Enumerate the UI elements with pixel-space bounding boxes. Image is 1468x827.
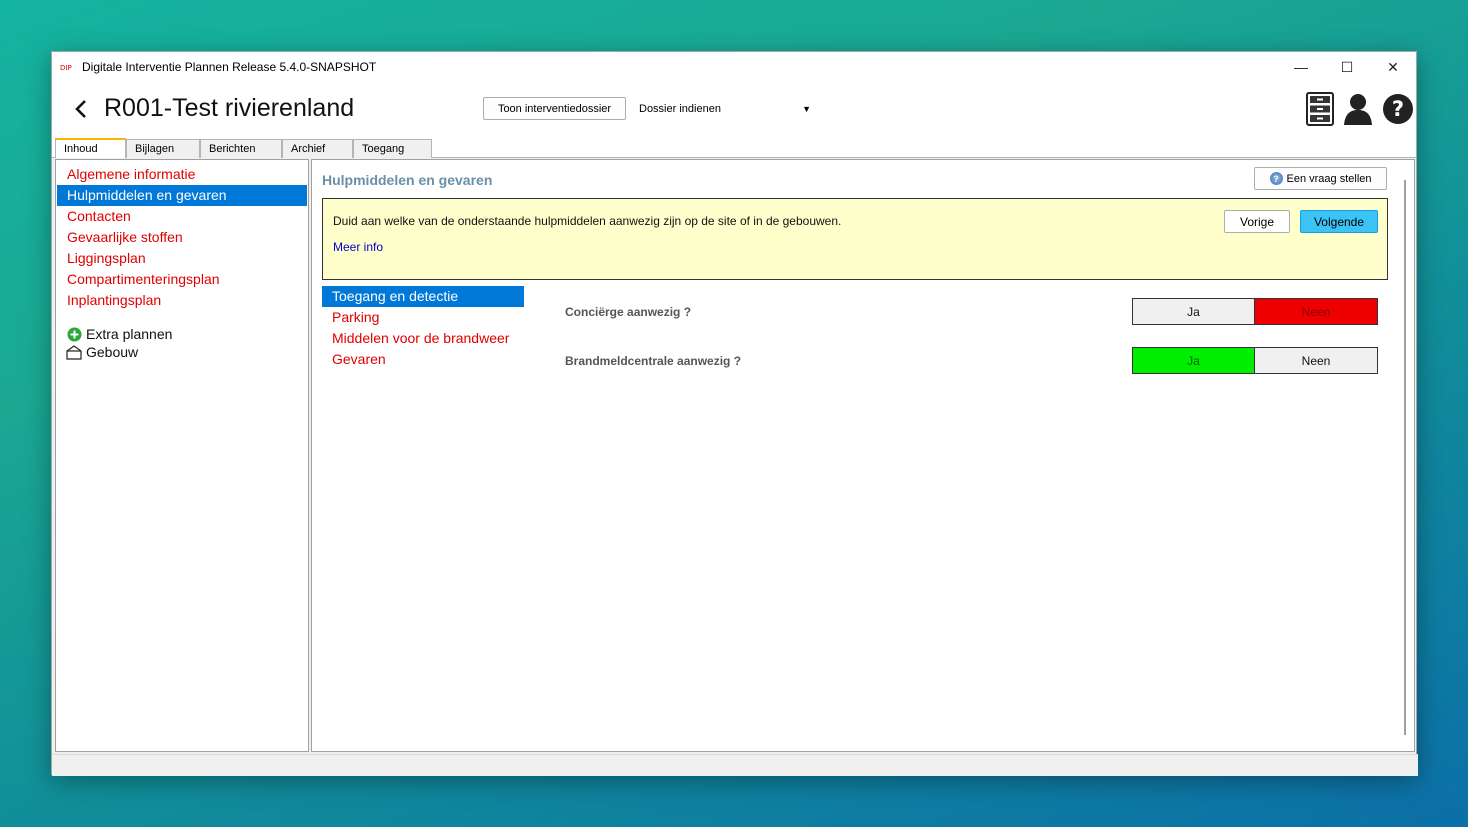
- section-title: Hulpmiddelen en gevaren: [322, 172, 493, 188]
- app-logo-icon: DIP: [60, 61, 76, 73]
- sidebar-item-liggingsplan[interactable]: Liggingsplan: [57, 248, 307, 269]
- main-panel: Hulpmiddelen en gevaren ? Een vraag stel…: [311, 159, 1415, 752]
- body-area: Algemene informatie Hulpmiddelen en geva…: [55, 159, 1415, 752]
- caret-down-icon: ▼: [802, 104, 811, 114]
- cabinet-icon[interactable]: [1304, 91, 1336, 127]
- dossier-select-value: Dossier indienen: [639, 102, 721, 115]
- chevron-left-icon: [75, 100, 86, 118]
- window-title: Digitale Interventie Plannen Release 5.4…: [82, 60, 377, 74]
- tab-inhoud[interactable]: Inhoud: [55, 138, 126, 158]
- tab-bar: Inhoud Bijlagen Berichten Archief Toegan…: [52, 138, 1416, 158]
- app-window: DIP Digitale Interventie Plannen Release…: [51, 51, 1418, 776]
- tab-archief[interactable]: Archief: [282, 139, 353, 158]
- status-bar: [52, 754, 1418, 776]
- question-concierge: Conciërge aanwezig ?: [565, 305, 692, 319]
- question-brandmeldcentrale: Brandmeldcentrale aanwezig ?: [565, 354, 742, 368]
- plus-circle-icon: [66, 326, 82, 342]
- back-button[interactable]: [70, 94, 92, 124]
- sidebar: Algemene informatie Hulpmiddelen en geva…: [55, 159, 309, 752]
- sidebar-item-contacten[interactable]: Contacten: [57, 206, 307, 227]
- concierge-no-button[interactable]: Neen: [1255, 298, 1378, 325]
- tab-bijlagen[interactable]: Bijlagen: [126, 139, 200, 158]
- svg-text:DIP: DIP: [60, 64, 72, 72]
- brandmeldcentrale-yes-button[interactable]: Ja: [1132, 347, 1255, 374]
- ask-question-button[interactable]: ? Een vraag stellen: [1254, 167, 1387, 190]
- ask-question-label: Een vraag stellen: [1286, 172, 1372, 185]
- subnav-item-parking[interactable]: Parking: [322, 307, 524, 328]
- show-dossier-button[interactable]: Toon interventiedossier: [483, 97, 626, 120]
- brandmeldcentrale-no-button[interactable]: Neen: [1255, 347, 1378, 374]
- building-label: Gebouw: [86, 344, 139, 360]
- extra-plans-item[interactable]: Extra plannen: [66, 325, 308, 343]
- user-icon[interactable]: [1342, 91, 1374, 127]
- sidebar-item-compartimenteringsplan[interactable]: Compartimenteringsplan: [57, 269, 307, 290]
- toggle-brandmeldcentrale: Ja Neen: [1132, 347, 1378, 374]
- question-icon: ?: [1269, 172, 1283, 185]
- maximize-button[interactable]: ☐: [1324, 52, 1370, 82]
- previous-button[interactable]: Vorige: [1224, 210, 1290, 233]
- close-button[interactable]: ✕: [1370, 52, 1416, 82]
- header: R001-Test rivierenland Toon interventied…: [52, 82, 1416, 138]
- dossier-select[interactable]: Dossier indienen ▼: [639, 97, 811, 120]
- concierge-yes-button[interactable]: Ja: [1132, 298, 1255, 325]
- minimize-button[interactable]: —: [1278, 52, 1324, 82]
- info-box: Duid aan welke van de onderstaande hulpm…: [322, 198, 1388, 280]
- subnav-item-middelen-brandweer[interactable]: Middelen voor de brandweer: [322, 328, 524, 349]
- sidebar-item-hulpmiddelen-en-gevaren[interactable]: Hulpmiddelen en gevaren: [57, 185, 307, 206]
- subnav-item-toegang-en-detectie[interactable]: Toegang en detectie: [322, 286, 524, 307]
- tab-berichten[interactable]: Berichten: [200, 139, 282, 158]
- toggle-concierge: Ja Neen: [1132, 298, 1378, 325]
- info-text: Duid aan welke van de onderstaande hulpm…: [333, 214, 842, 228]
- building-icon: [66, 344, 82, 360]
- page-title: R001-Test rivierenland: [104, 94, 355, 122]
- building-item[interactable]: Gebouw: [66, 343, 308, 361]
- sidebar-item-algemene-informatie[interactable]: Algemene informatie: [57, 164, 307, 185]
- sub-navigation: Toegang en detectie Parking Middelen voo…: [322, 286, 524, 370]
- next-button[interactable]: Volgende: [1300, 210, 1378, 233]
- help-icon[interactable]: ?: [1382, 91, 1414, 127]
- sidebar-item-gevaarlijke-stoffen[interactable]: Gevaarlijke stoffen: [57, 227, 307, 248]
- svg-text:?: ?: [1392, 97, 1404, 121]
- title-bar: DIP Digitale Interventie Plannen Release…: [52, 52, 1416, 82]
- extra-plans-label: Extra plannen: [86, 326, 173, 342]
- subnav-item-gevaren[interactable]: Gevaren: [322, 349, 524, 370]
- sidebar-tree: Extra plannen Gebouw: [56, 325, 308, 361]
- tab-toegang[interactable]: Toegang: [353, 139, 432, 158]
- more-info-link[interactable]: Meer info: [333, 240, 383, 254]
- sidebar-item-inplantingsplan[interactable]: Inplantingsplan: [57, 290, 307, 311]
- vertical-scrollbar[interactable]: [1404, 180, 1406, 735]
